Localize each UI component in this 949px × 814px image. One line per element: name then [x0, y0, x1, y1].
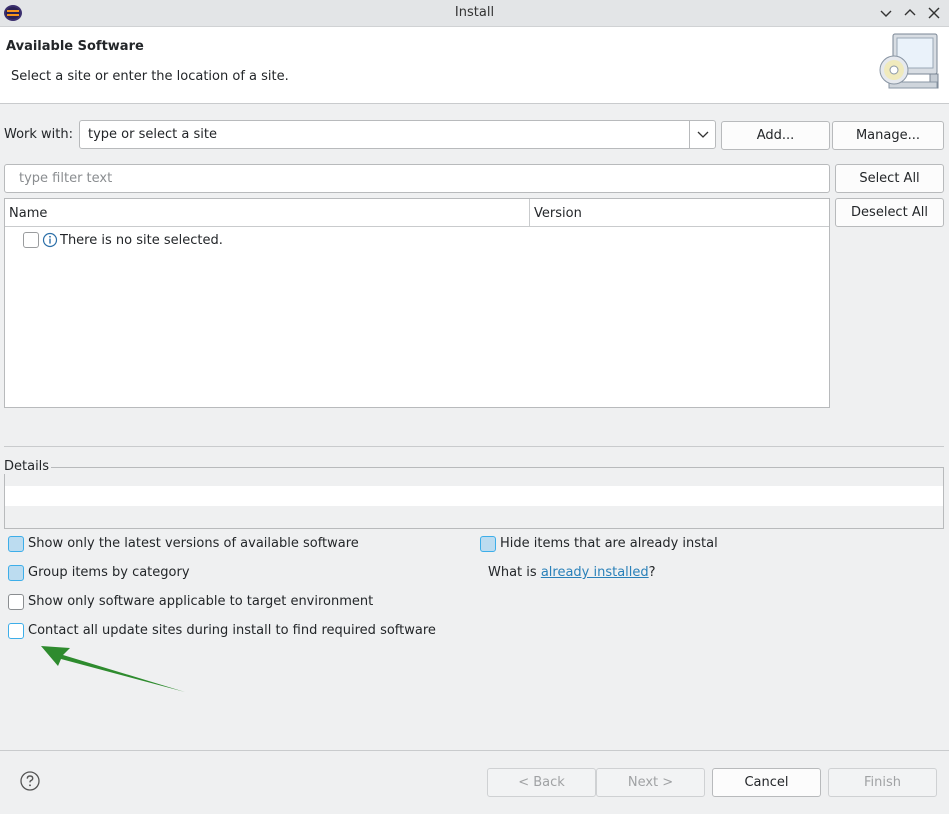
group-by-category-label[interactable]: Group items by category: [28, 565, 190, 580]
filter-input[interactable]: type filter text: [4, 164, 830, 193]
software-table[interactable]: Name Version There is no site selected.: [4, 198, 830, 408]
what-is-prefix: What is: [488, 565, 541, 580]
applicable-target-label[interactable]: Show only software applicable to target …: [28, 594, 373, 609]
title-bar: Install: [0, 0, 949, 27]
window-title: Install: [454, 5, 495, 20]
details-panel: [4, 467, 944, 529]
site-combobox[interactable]: type or select a site: [79, 120, 716, 149]
contact-sites-label[interactable]: Contact all update sites during install …: [28, 623, 436, 638]
column-divider[interactable]: [529, 199, 530, 226]
table-row-checkbox[interactable]: [23, 232, 39, 248]
applicable-target-checkbox[interactable]: [8, 594, 24, 610]
table-header: Name Version: [5, 199, 829, 227]
latest-versions-label[interactable]: Show only the latest versions of availab…: [28, 536, 359, 551]
cancel-button[interactable]: Cancel: [712, 768, 821, 797]
column-header-version[interactable]: Version: [534, 206, 582, 221]
page-title: Available Software: [6, 39, 144, 54]
what-is-installed-text: What is already installed?: [488, 565, 656, 580]
close-icon[interactable]: [925, 4, 943, 22]
site-combobox-value[interactable]: type or select a site: [88, 127, 217, 142]
maximize-icon[interactable]: [901, 4, 919, 22]
hide-installed-checkbox[interactable]: [480, 536, 496, 552]
group-by-category-checkbox[interactable]: [8, 565, 24, 581]
filter-placeholder: type filter text: [19, 171, 113, 186]
work-with-label: Work with:: [4, 127, 74, 142]
select-all-button[interactable]: Select All: [835, 164, 944, 193]
details-label: Details: [4, 459, 52, 474]
hide-installed-label[interactable]: Hide items that are already installed: [500, 536, 718, 551]
table-row[interactable]: There is no site selected.: [60, 233, 223, 248]
add-site-button[interactable]: Add...: [721, 121, 830, 150]
divider: [4, 446, 944, 447]
page-subtitle: Select a site or enter the location of a…: [11, 69, 289, 84]
already-installed-link[interactable]: already installed: [541, 565, 649, 580]
deselect-all-button[interactable]: Deselect All: [835, 198, 944, 227]
what-is-suffix: ?: [648, 565, 656, 580]
info-icon: [42, 232, 58, 248]
wizard-header: Available Software Select a site or ente…: [0, 27, 949, 104]
help-icon[interactable]: [20, 771, 40, 791]
chevron-down-icon[interactable]: [689, 121, 715, 148]
latest-versions-checkbox[interactable]: [8, 536, 24, 552]
finish-button[interactable]: Finish: [828, 768, 937, 797]
manage-sites-button[interactable]: Manage...: [832, 121, 944, 150]
minimize-icon[interactable]: [877, 4, 895, 22]
details-text-area[interactable]: [5, 486, 943, 506]
install-banner-icon: [875, 30, 945, 92]
footer-divider: [0, 750, 949, 751]
column-header-name[interactable]: Name: [9, 206, 47, 221]
back-button[interactable]: < Back: [487, 768, 596, 797]
next-button[interactable]: Next >: [596, 768, 705, 797]
contact-sites-checkbox[interactable]: [8, 623, 24, 639]
